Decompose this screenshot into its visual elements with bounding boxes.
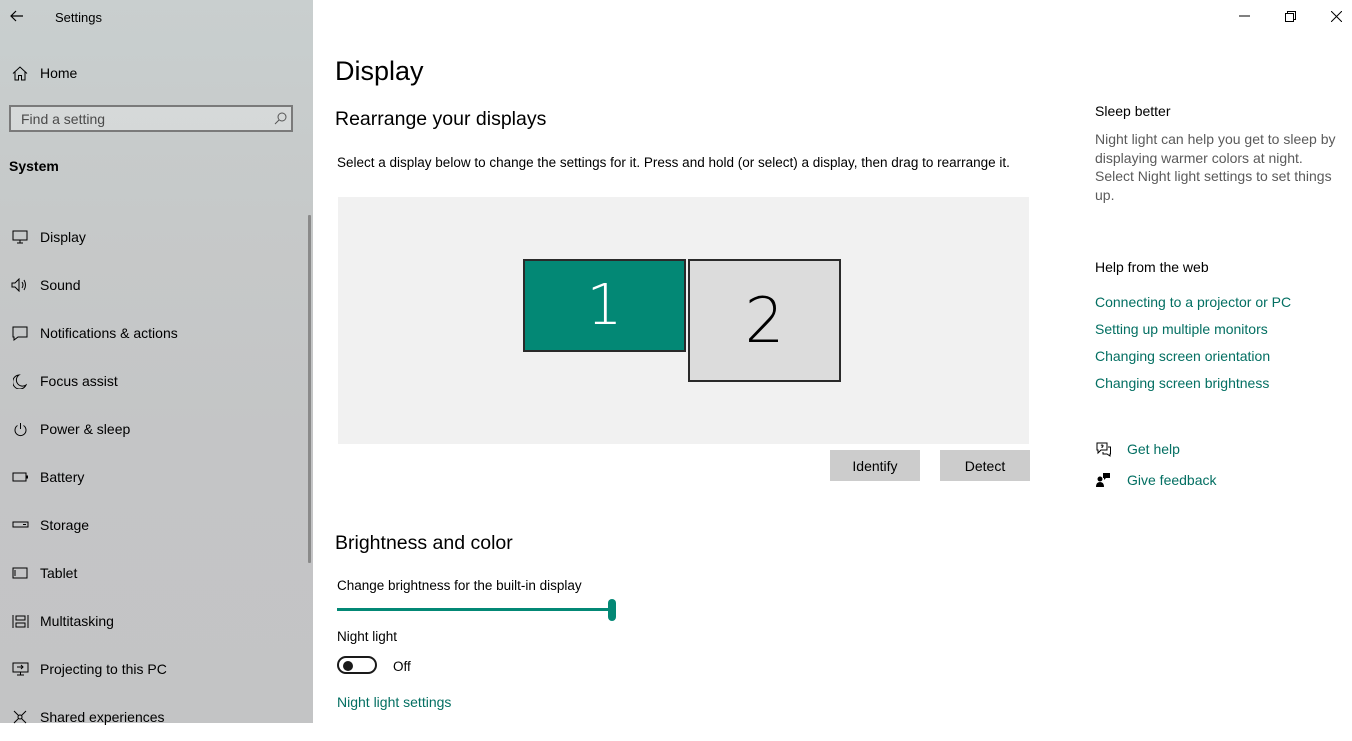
sidebar-item-label: Battery bbox=[40, 469, 85, 485]
give-feedback-link[interactable]: Give feedback bbox=[1095, 472, 1217, 488]
sleep-better-text: Night light can help you get to sleep by… bbox=[1095, 131, 1336, 203]
sidebar: Settings Home System Display bbox=[0, 0, 313, 725]
sidebar-item-storage[interactable]: Storage bbox=[0, 501, 305, 549]
sidebar-item-label: Power & sleep bbox=[40, 421, 131, 437]
section-label-system: System bbox=[9, 158, 59, 174]
help-link-multiple-monitors[interactable]: Setting up multiple monitors bbox=[1095, 321, 1268, 337]
restore-button[interactable] bbox=[1267, 0, 1313, 32]
night-light-label: Night light bbox=[337, 629, 398, 644]
sidebar-home-label: Home bbox=[40, 65, 78, 81]
sidebar-item-battery[interactable]: Battery bbox=[0, 453, 305, 501]
give-feedback-label: Give feedback bbox=[1127, 472, 1217, 488]
search-box[interactable] bbox=[9, 105, 293, 132]
sidebar-item-label: Multitasking bbox=[40, 613, 114, 629]
brightness-slider-track[interactable] bbox=[337, 608, 613, 611]
toggle-knob bbox=[343, 661, 353, 671]
monitor-icon bbox=[0, 230, 40, 244]
storage-icon bbox=[0, 521, 40, 529]
sidebar-item-label: Focus assist bbox=[40, 373, 118, 389]
moon-icon bbox=[0, 373, 40, 389]
night-light-toggle[interactable] bbox=[337, 656, 377, 674]
monitor-number: 2 bbox=[744, 284, 785, 357]
monitor-1[interactable]: 1 bbox=[523, 259, 686, 352]
help-web-heading: Help from the web bbox=[1095, 259, 1209, 275]
power-icon bbox=[0, 422, 40, 437]
multitasking-icon bbox=[0, 614, 40, 629]
sidebar-item-label: Tablet bbox=[40, 565, 78, 581]
projector-icon bbox=[0, 662, 40, 676]
close-button[interactable] bbox=[1313, 0, 1352, 32]
restore-icon bbox=[1284, 10, 1296, 22]
minimize-icon bbox=[1238, 15, 1250, 17]
help-chat-icon bbox=[1095, 441, 1127, 457]
sidebar-item-power-sleep[interactable]: Power & sleep bbox=[0, 405, 305, 453]
back-arrow-icon bbox=[10, 10, 23, 22]
sidebar-item-multitasking[interactable]: Multitasking bbox=[0, 597, 305, 645]
tablet-icon bbox=[0, 567, 40, 579]
search-input[interactable] bbox=[11, 109, 269, 128]
sidebar-nav: Display Sound Notifications & actions Fo… bbox=[0, 213, 305, 741]
rearrange-heading: Rearrange your displays bbox=[335, 108, 547, 130]
main-content: Display Rearrange your displays Select a… bbox=[313, 0, 1352, 723]
get-help-link[interactable]: Get help bbox=[1095, 441, 1180, 457]
sidebar-home[interactable]: Home bbox=[0, 60, 300, 86]
minimize-button[interactable] bbox=[1221, 0, 1267, 32]
speaker-icon bbox=[0, 278, 40, 292]
night-light-settings-link[interactable]: Night light settings bbox=[337, 694, 451, 710]
sidebar-item-label: Notifications & actions bbox=[40, 325, 178, 341]
identify-button[interactable]: Identify bbox=[830, 450, 920, 481]
message-icon bbox=[0, 326, 40, 341]
sidebar-scrollbar[interactable] bbox=[308, 215, 311, 563]
page-title: Display bbox=[335, 56, 424, 86]
sidebar-item-shared-experiences[interactable]: Shared experiences bbox=[0, 693, 305, 741]
sidebar-item-projecting[interactable]: Projecting to this PC bbox=[0, 645, 305, 693]
search-icon[interactable] bbox=[269, 112, 291, 125]
close-icon bbox=[1330, 10, 1342, 22]
battery-icon bbox=[0, 472, 40, 482]
help-link-orientation[interactable]: Changing screen orientation bbox=[1095, 348, 1270, 364]
monitor-2[interactable]: 2 bbox=[688, 259, 841, 382]
help-link-projector[interactable]: Connecting to a projector or PC bbox=[1095, 294, 1291, 310]
sidebar-item-display[interactable]: Display bbox=[0, 213, 305, 261]
app-title: Settings bbox=[55, 10, 102, 25]
brightness-slider-label: Change brightness for the built-in displ… bbox=[337, 578, 582, 593]
back-button[interactable] bbox=[6, 5, 28, 27]
sleep-better-heading: Sleep better bbox=[1095, 103, 1171, 119]
get-help-label: Get help bbox=[1127, 441, 1180, 457]
sidebar-item-label: Display bbox=[40, 229, 86, 245]
sidebar-item-tablet[interactable]: Tablet bbox=[0, 549, 305, 597]
sidebar-item-label: Sound bbox=[40, 277, 81, 293]
monitor-number: 1 bbox=[586, 273, 623, 338]
rearrange-description: Select a display below to change the set… bbox=[337, 155, 1010, 170]
night-light-state: Off bbox=[393, 659, 411, 674]
brightness-slider-thumb[interactable] bbox=[608, 599, 616, 621]
help-link-brightness[interactable]: Changing screen brightness bbox=[1095, 375, 1269, 391]
sidebar-item-focus-assist[interactable]: Focus assist bbox=[0, 357, 305, 405]
feedback-person-icon bbox=[1095, 472, 1127, 488]
sidebar-item-label: Projecting to this PC bbox=[40, 661, 167, 677]
display-arrangement-area: 1 2 bbox=[338, 197, 1029, 444]
sidebar-item-notifications[interactable]: Notifications & actions bbox=[0, 309, 305, 357]
sidebar-item-label: Storage bbox=[40, 517, 90, 533]
sidebar-item-sound[interactable]: Sound bbox=[0, 261, 305, 309]
brightness-heading: Brightness and color bbox=[335, 532, 513, 554]
home-icon bbox=[0, 65, 40, 81]
detect-button[interactable]: Detect bbox=[940, 450, 1030, 481]
